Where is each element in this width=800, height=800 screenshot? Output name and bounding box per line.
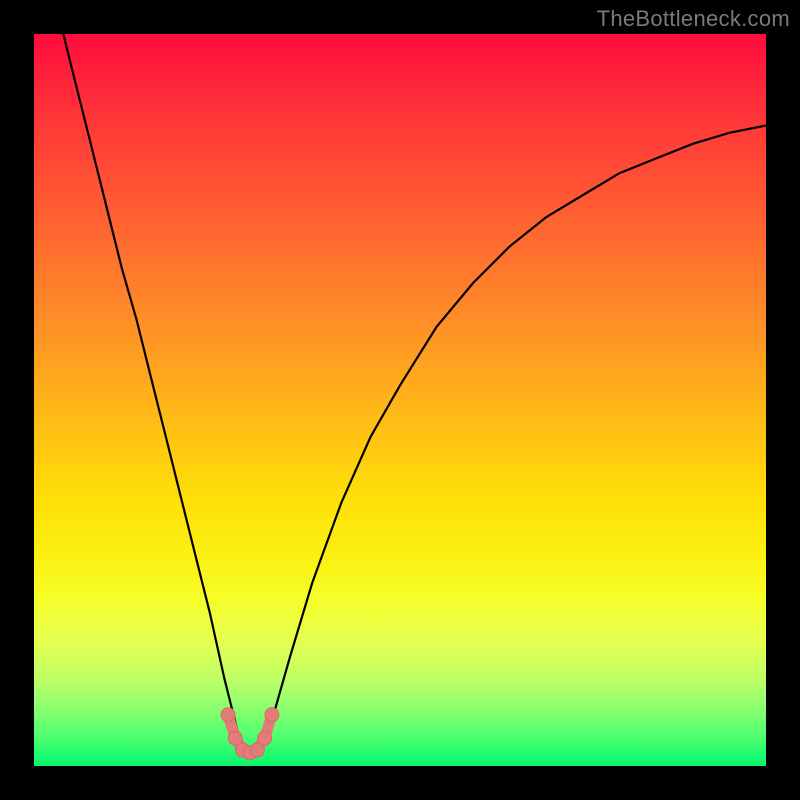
marker-dot bbox=[265, 708, 279, 722]
watermark-label: TheBottleneck.com bbox=[597, 6, 790, 32]
bottleneck-curve bbox=[63, 34, 766, 751]
bottom-marker-cluster bbox=[221, 708, 279, 760]
marker-dot bbox=[258, 731, 272, 745]
chart-frame: TheBottleneck.com bbox=[0, 0, 800, 800]
marker-dot bbox=[221, 708, 235, 722]
curve-layer bbox=[34, 34, 766, 766]
plot-area bbox=[34, 34, 766, 766]
